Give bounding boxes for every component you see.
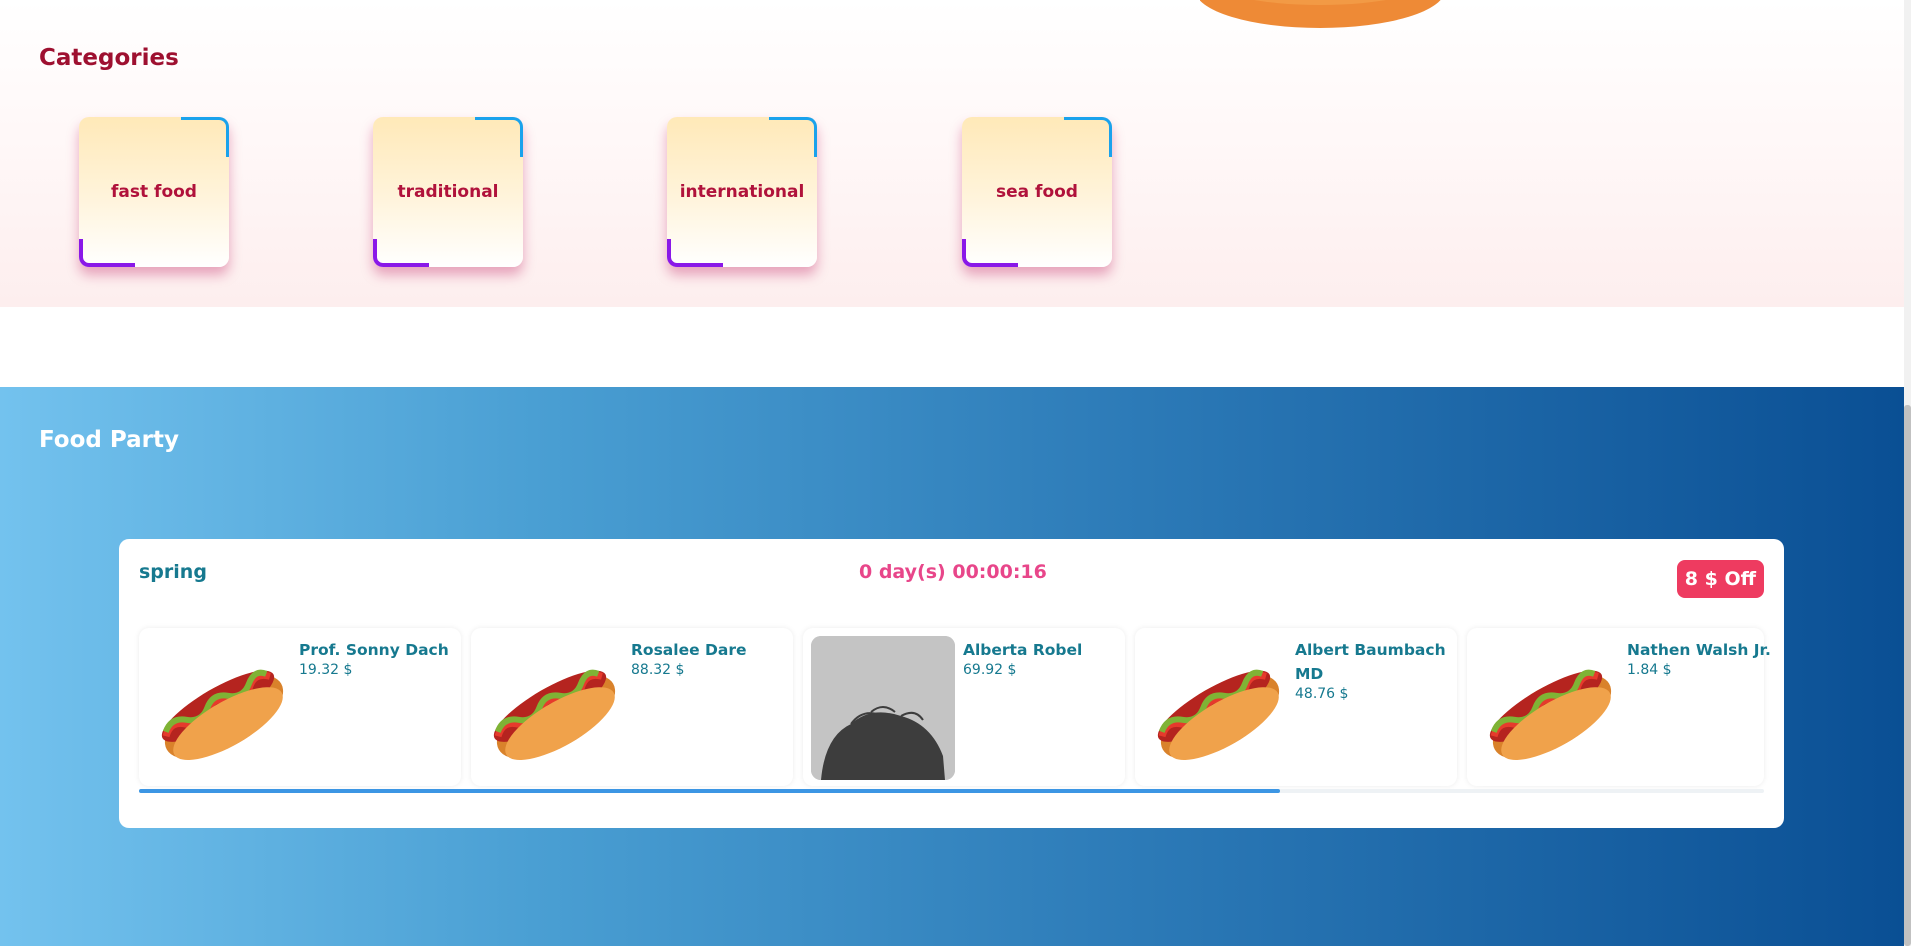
card-corner-accent xyxy=(373,239,429,267)
category-card-sea-food[interactable]: sea food xyxy=(962,117,1112,267)
category-card-fast-food[interactable]: fast food xyxy=(79,117,229,267)
food-item-name: Rosalee Dare xyxy=(631,641,747,659)
page: Categories fast food traditional interna… xyxy=(0,0,1904,946)
discount-badge: 8 $ Off xyxy=(1676,560,1764,598)
hotdog-icon xyxy=(1475,636,1619,780)
card-corner-accent xyxy=(1064,117,1112,157)
food-item-price: 48.76 $ xyxy=(1295,686,1349,702)
food-item-price: 1.84 $ xyxy=(1627,662,1672,678)
food-item[interactable]: Prof. Sonny Dach 19.32 $ xyxy=(139,628,461,786)
card-corner-accent xyxy=(667,239,723,267)
food-item[interactable]: Alberta Robel 69.92 $ xyxy=(803,628,1125,786)
hotdog-icon xyxy=(479,636,623,780)
card-corner-accent xyxy=(79,239,135,267)
hotdog-icon xyxy=(147,636,291,780)
category-label: international xyxy=(679,182,805,202)
countdown-timer: 0 day(s) 00:00:16 xyxy=(859,561,1047,583)
carousel-scroll-indicator[interactable] xyxy=(139,789,1280,793)
category-label: fast food xyxy=(111,182,197,202)
food-item[interactable]: Nathen Walsh Jr. 1.84 $ xyxy=(1467,628,1771,786)
food-item[interactable]: Albert Baumbach MD 48.76 $ xyxy=(1135,628,1457,786)
page-scrollbar-thumb[interactable] xyxy=(1904,405,1911,946)
category-card-international[interactable]: international xyxy=(667,117,817,267)
food-party-title: Food Party xyxy=(39,427,179,453)
food-item-name: Prof. Sonny Dach xyxy=(299,641,449,659)
category-card-traditional[interactable]: traditional xyxy=(373,117,523,267)
hotdog-icon xyxy=(1143,636,1287,780)
food-party-card: spring 0 day(s) 00:00:16 8 $ Off Prof. S… xyxy=(119,539,1784,828)
card-corner-accent xyxy=(962,239,1018,267)
food-items-carousel[interactable]: Prof. Sonny Dach 19.32 $ Rosalee Dare 88… xyxy=(139,628,1771,786)
card-corner-accent xyxy=(181,117,229,157)
restaurant-name[interactable]: spring xyxy=(139,561,207,583)
card-corner-accent xyxy=(769,117,817,157)
hero-food-image xyxy=(1200,0,1441,28)
page-scrollbar[interactable] xyxy=(1904,0,1911,946)
food-item-name: Nathen Walsh Jr. xyxy=(1627,641,1771,659)
food-party-section: Food Party spring 0 day(s) 00:00:16 8 $ … xyxy=(0,387,1904,946)
card-corner-accent xyxy=(475,117,523,157)
category-label: sea food xyxy=(996,182,1078,202)
carousel-scroll-track[interactable] xyxy=(139,789,1764,793)
person-photo-icon xyxy=(811,636,955,780)
category-label: traditional xyxy=(397,182,499,202)
food-item-price: 69.92 $ xyxy=(963,662,1017,678)
categories-title: Categories xyxy=(39,45,179,71)
food-item-name: Alberta Robel xyxy=(963,641,1083,659)
food-item-name: Albert Baumbach MD xyxy=(1295,641,1446,683)
food-item-price: 19.32 $ xyxy=(299,662,353,678)
food-item-price: 88.32 $ xyxy=(631,662,685,678)
categories-section: Categories fast food traditional interna… xyxy=(0,0,1904,307)
food-item[interactable]: Rosalee Dare 88.32 $ xyxy=(471,628,793,786)
